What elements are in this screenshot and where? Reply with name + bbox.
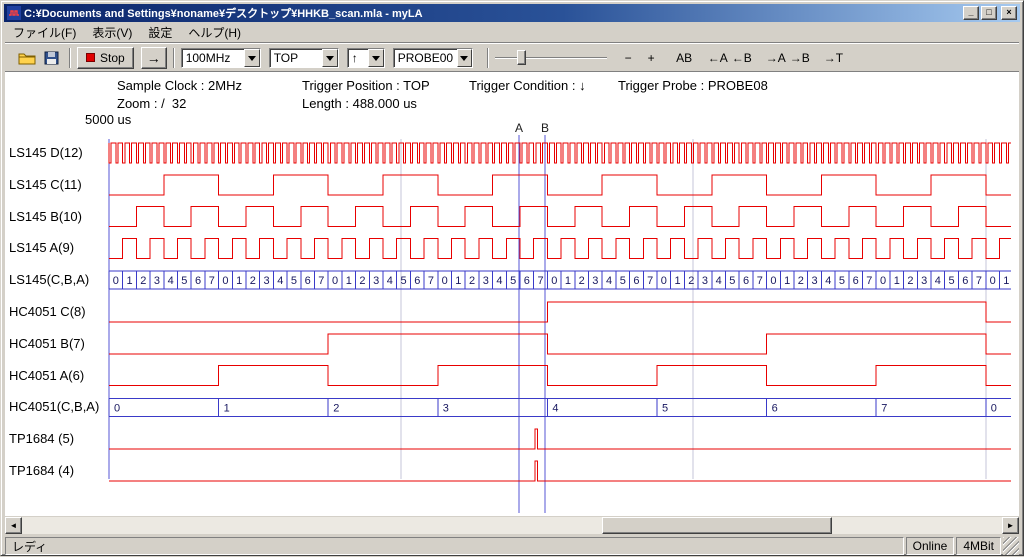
status-message: レディ	[5, 537, 904, 555]
run-button[interactable]: →	[141, 47, 167, 69]
toolbar-separator	[487, 48, 489, 68]
scroll-left-button[interactable]: ◄	[5, 517, 22, 534]
status-online: Online	[906, 537, 955, 555]
status-memory: 4MBit	[956, 537, 1001, 555]
scrollbar-thumb[interactable]	[602, 517, 832, 534]
app-icon	[7, 6, 21, 20]
close-button[interactable]: ×	[1001, 6, 1017, 20]
scroll-right-button[interactable]: ►	[1002, 517, 1019, 534]
sample-rate-select-value: 100MHz	[182, 49, 244, 67]
menubar: ファイル(F)表示(V)設定ヘルプ(H)	[5, 23, 1019, 41]
zoom-slider-thumb[interactable]	[517, 50, 526, 65]
stop-button[interactable]: Stop	[77, 47, 134, 69]
toolbar-separator	[69, 48, 71, 68]
toolbar-buttons: −+ AB ←A←B →A→B →T	[617, 47, 845, 69]
titlebar: C:¥Documents and Settings¥noname¥デスクトップ¥…	[4, 4, 1020, 22]
trigger-probe-readout: Trigger Probe : PROBE08	[618, 78, 768, 93]
toolbar-combos: 100MHz TOP ↑ PROBE00	[181, 48, 481, 68]
chevron-down-icon[interactable]	[322, 49, 338, 67]
toolbar: Stop → 100MHz TOP ↑ PROBE00 −+ AB ←A←B →A→B →T	[5, 45, 1019, 70]
time-origin-label: 5000 us	[85, 112, 131, 127]
zoom-out-button[interactable]: −	[617, 47, 640, 69]
trigger-probe-select-value: PROBE00	[394, 49, 457, 67]
menu-settings[interactable]: 設定	[140, 22, 180, 43]
trigger-position-select[interactable]: TOP	[269, 48, 339, 68]
sample-clock-readout: Sample Clock : 2MHz	[117, 78, 242, 93]
length-readout: Length : 488.000 us	[302, 96, 417, 111]
horizontal-scrollbar[interactable]: ◄ ►	[5, 517, 1019, 534]
trigger-probe-select[interactable]: PROBE00	[393, 48, 473, 68]
chevron-down-icon[interactable]	[368, 49, 384, 67]
jump-cursor-b-right-button[interactable]: →B	[788, 47, 812, 69]
open-folder-icon	[18, 51, 36, 65]
menu-divider	[5, 42, 1019, 44]
resize-grip[interactable]	[1003, 537, 1019, 555]
window-title: C:¥Documents and Settings¥noname¥デスクトップ¥…	[24, 5, 960, 21]
jump-cursor-a-right-button[interactable]: →A	[764, 47, 788, 69]
save-button[interactable]	[39, 47, 63, 69]
menu-view[interactable]: 表示(V)	[84, 22, 140, 43]
zoom-slider[interactable]	[495, 48, 607, 68]
stop-icon	[86, 53, 95, 62]
open-button[interactable]	[15, 47, 39, 69]
trigger-edge-select[interactable]: ↑	[347, 48, 385, 68]
chevron-down-icon[interactable]	[244, 49, 260, 67]
minimize-button[interactable]: _	[963, 6, 979, 20]
trigger-position-select-value: TOP	[270, 49, 322, 67]
toolbar-separator	[173, 48, 175, 68]
zoom-readout: Zoom : / 32	[117, 96, 186, 111]
zoom-slider-track[interactable]	[495, 57, 607, 59]
jump-cursor-b-left-button[interactable]: ←B	[730, 47, 754, 69]
save-floppy-icon	[43, 50, 59, 66]
trigger-position-readout: Trigger Position : TOP	[302, 78, 430, 93]
app-window: C:¥Documents and Settings¥noname¥デスクトップ¥…	[0, 0, 1024, 556]
sample-rate-select[interactable]: 100MHz	[181, 48, 261, 68]
jump-trigger-button[interactable]: →T	[822, 47, 845, 69]
stop-label: Stop	[100, 51, 125, 65]
zoom-in-button[interactable]: +	[640, 47, 663, 69]
menu-help[interactable]: ヘルプ(H)	[180, 22, 249, 43]
trigger-condition-readout: Trigger Condition : ↓	[469, 78, 586, 93]
menu-file[interactable]: ファイル(F)	[5, 22, 84, 43]
cursor-ab-button[interactable]: AB	[673, 47, 696, 69]
statusbar: レディ Online 4MBit	[5, 537, 1019, 555]
jump-cursor-a-left-button[interactable]: ←A	[706, 47, 730, 69]
waveform-area	[5, 73, 1019, 516]
maximize-button[interactable]: □	[981, 6, 997, 20]
chevron-down-icon[interactable]	[457, 49, 472, 67]
window-controls: _ □ ×	[963, 6, 1017, 20]
trigger-edge-select-value: ↑	[348, 49, 368, 67]
